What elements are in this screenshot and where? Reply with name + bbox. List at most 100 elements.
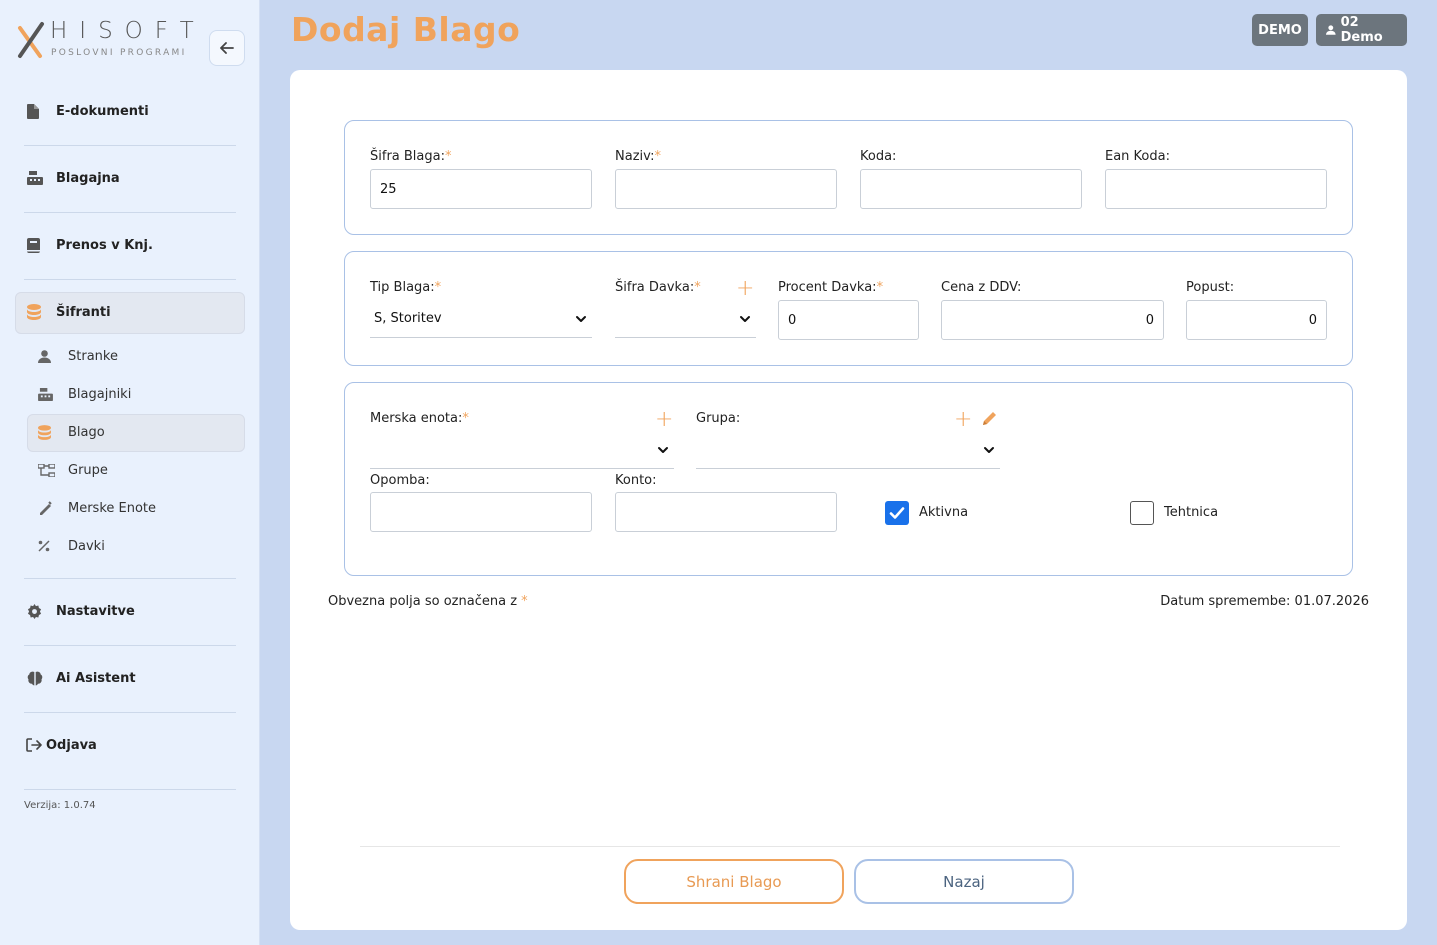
file-icon: [24, 103, 56, 119]
opomba-input[interactable]: [370, 492, 592, 532]
sidebar-item-sifranti[interactable]: Šifranti: [24, 292, 236, 332]
sidebar-item-odjava[interactable]: Odjava: [24, 725, 236, 765]
page-title: Dodaj Blago: [291, 10, 521, 49]
procent-input[interactable]: 0: [778, 300, 919, 340]
sifra-label: Šifra Blaga:*: [370, 149, 452, 164]
ean-label: Ean Koda:: [1105, 149, 1170, 164]
cash-register-icon: [24, 171, 56, 185]
konto-label: Konto:: [615, 473, 657, 488]
user-icon: [1326, 25, 1336, 35]
sidebar-subitem-label: Stranke: [68, 348, 118, 364]
chevron-down-icon: [740, 315, 750, 322]
naziv-label: Naziv:*: [615, 149, 661, 164]
tip-label: Tip Blaga:*: [370, 280, 442, 295]
sidebar-subitem-label: Merske Enote: [68, 500, 157, 516]
gear-icon: [24, 603, 56, 619]
sidebar-subitem-stranke[interactable]: Stranke: [38, 341, 238, 371]
cash-register-icon: [38, 387, 68, 401]
sitemap-icon: [38, 463, 68, 477]
chevron-down-icon: [576, 315, 586, 322]
divider: [24, 145, 236, 146]
collapse-sidebar-button[interactable]: [209, 30, 245, 66]
divider: [24, 712, 236, 713]
divider: [24, 645, 236, 646]
sidebar-item-label: Ai Asistent: [56, 670, 136, 686]
grupa-select[interactable]: [696, 431, 1000, 469]
database-icon: [38, 424, 68, 440]
cena-label: Cena z DDV:: [941, 280, 1022, 295]
sifra-davka-select[interactable]: [615, 300, 756, 338]
sidebar-item-label: Šifranti: [56, 304, 111, 320]
sifra-input[interactable]: 25: [370, 169, 592, 209]
divider: [24, 279, 236, 280]
cena-input[interactable]: 0: [941, 300, 1164, 340]
koda-label: Koda:: [860, 149, 897, 164]
logo-name: HISOFT: [50, 18, 206, 44]
footer-divider: [360, 846, 1340, 847]
sidebar-subitem-label: Blagajniki: [68, 386, 132, 402]
user-badge[interactable]: 02 Demo: [1316, 14, 1407, 46]
sidebar-item-ai-asistent[interactable]: Ai Asistent: [24, 658, 236, 698]
sidebar-subitem-merske-enote[interactable]: Merske Enote: [38, 493, 238, 523]
version-label: Verzija: 1.0.74: [24, 800, 96, 811]
user-icon: [38, 349, 68, 363]
chevron-down-icon: [984, 446, 994, 453]
add-merska-plus-icon[interactable]: +: [655, 409, 673, 431]
form-group-pricing: Tip Blaga:* S, Storitev Šifra Davka:* + …: [344, 251, 1353, 366]
aktivna-checkbox[interactable]: [885, 501, 909, 525]
edit-grupa-pencil-icon[interactable]: [981, 410, 998, 427]
ruler-icon: [38, 501, 68, 515]
date-changed-note: Datum spremembe: 01.07.2026: [1160, 594, 1369, 609]
checkmark-icon: [889, 507, 905, 519]
aktivna-label: Aktivna: [919, 505, 969, 520]
database-icon: [24, 304, 56, 320]
logout-icon: [24, 738, 46, 752]
sidebar-subitem-blagajniki[interactable]: Blagajniki: [38, 379, 238, 409]
sifra-davka-label: Šifra Davka:*: [615, 280, 701, 295]
sidebar-item-prenos[interactable]: Prenos v Knj.: [24, 225, 236, 265]
add-davek-plus-icon[interactable]: +: [736, 278, 754, 300]
ean-input[interactable]: [1105, 169, 1327, 209]
back-button[interactable]: Nazaj: [854, 859, 1074, 904]
arrow-left-icon: [220, 42, 234, 54]
koda-input[interactable]: [860, 169, 1082, 209]
sidebar-item-nastavitve[interactable]: Nastavitve: [24, 591, 236, 631]
env-badge: DEMO: [1252, 14, 1308, 46]
sidebar-item-label: Nastavitve: [56, 603, 135, 619]
tip-select[interactable]: S, Storitev: [370, 300, 592, 338]
form-card: Šifra Blaga:* 25 Naziv:* Koda: Ean Koda:…: [290, 70, 1407, 930]
form-group-details: Merska enota:* + Grupa: + Opomba: Konto:…: [344, 382, 1353, 576]
popust-label: Popust:: [1186, 280, 1235, 295]
form-group-identification: Šifra Blaga:* 25 Naziv:* Koda: Ean Koda:: [344, 120, 1353, 235]
sidebar-item-e-dokumenti[interactable]: E-dokumenti: [24, 91, 236, 131]
naziv-input[interactable]: [615, 169, 837, 209]
merska-select[interactable]: [370, 431, 674, 469]
popust-input[interactable]: 0: [1186, 300, 1327, 340]
required-note: Obvezna polja so označena z *: [328, 594, 528, 609]
sidebar-item-label: Odjava: [46, 737, 97, 753]
procent-label: Procent Davka:*: [778, 280, 884, 295]
brain-icon: [24, 671, 56, 686]
merska-label: Merska enota:*: [370, 411, 469, 426]
tehtnica-checkbox[interactable]: [1130, 501, 1154, 525]
logo-tagline: POSLOVNI PROGRAMI: [51, 48, 187, 58]
sidebar-subitem-davki[interactable]: Davki: [38, 531, 238, 561]
sidebar-subitem-blago[interactable]: Blago: [38, 417, 238, 447]
sidebar-item-blagajna[interactable]: Blagajna: [24, 158, 236, 198]
logo-x-icon: [18, 22, 44, 58]
konto-input[interactable]: [615, 492, 837, 532]
tip-select-value: S, Storitev: [374, 311, 442, 326]
grupa-label: Grupa:: [696, 411, 741, 426]
logo[interactable]: HISOFT POSLOVNI PROGRAMI: [16, 18, 196, 64]
chevron-down-icon: [658, 446, 668, 453]
divider: [24, 212, 236, 213]
book-icon: [24, 237, 56, 253]
save-button[interactable]: Shrani Blago: [624, 859, 844, 904]
sidebar-item-label: Blagajna: [56, 170, 120, 186]
sidebar-item-label: E-dokumenti: [56, 103, 149, 119]
sidebar: HISOFT POSLOVNI PROGRAMI E-dokumenti Bla…: [0, 0, 260, 945]
add-grupa-plus-icon[interactable]: +: [954, 409, 972, 431]
sidebar-subitem-label: Blago: [68, 424, 105, 440]
divider: [24, 578, 236, 579]
sidebar-subitem-grupe[interactable]: Grupe: [38, 455, 238, 485]
